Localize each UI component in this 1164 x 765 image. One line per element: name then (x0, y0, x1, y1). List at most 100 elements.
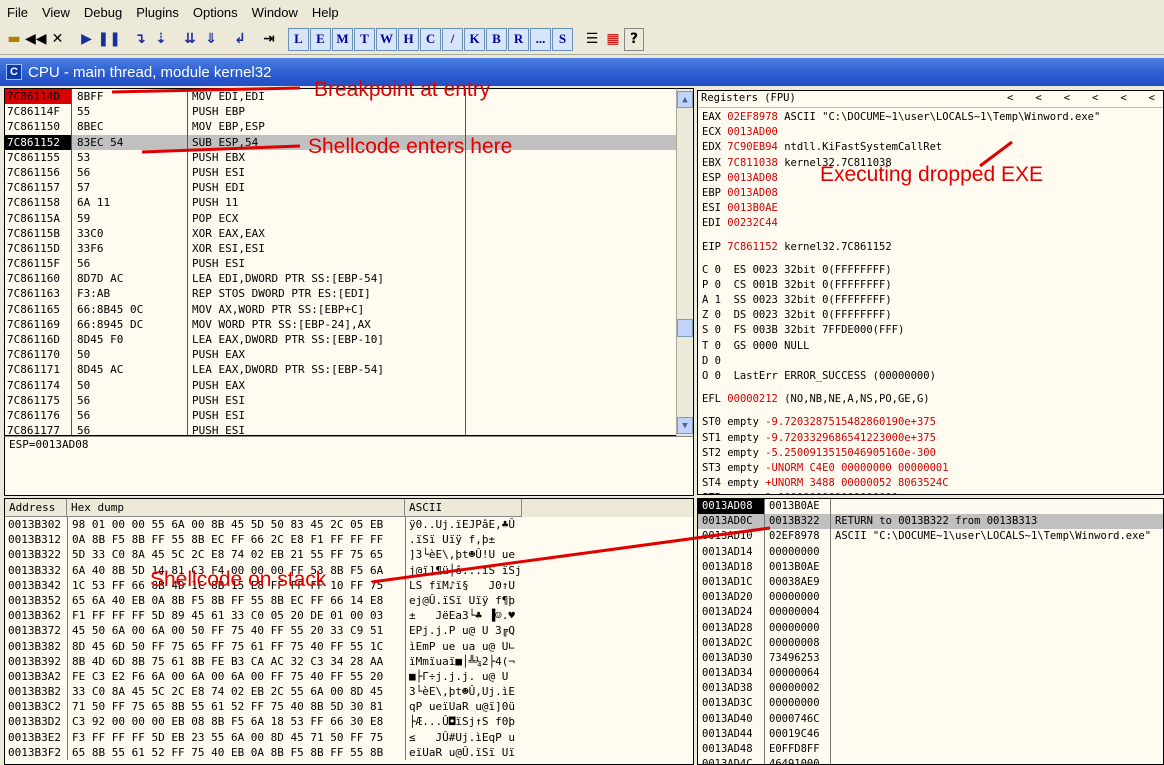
disasm-row[interactable]: 7C86115D 33F6 XOR ESI,ESI (5, 240, 676, 257)
stack-row[interactable]: 0013AD44 00019C46 (698, 726, 1163, 742)
dump-row[interactable]: 0013B392 8B 4D 6D 8B 75 61 8B FE B3 CA AC… (5, 653, 693, 669)
goto-icon[interactable]: ⇥ (259, 28, 279, 51)
disassembly-scrollbar[interactable]: ▲ ▼ (676, 88, 694, 436)
disasm-row[interactable]: 7C861165 66:8B45 0C MOV AX,WORD PTR SS:[EB… (5, 301, 676, 317)
dump-row[interactable]: 0013B3A2 FE C3 E2 F6 6A 00 6A 00 6A 00 FF… (5, 668, 693, 685)
rewind-icon[interactable]: ◀◀ (25, 28, 47, 51)
stack-row[interactable]: 0013AD24 00000004 (698, 605, 1163, 621)
menu-debug[interactable]: Debug (77, 5, 129, 20)
dump-row[interactable]: 0013B3F2 65 8B 55 61 52 FF 75 40 EB 0A 8B… (5, 744, 693, 760)
dump-row[interactable]: 0013B382 8D 45 6D 50 FF 75 65 FF 75 61 FF… (5, 638, 693, 654)
left-arrow-icon[interactable]: < (1064, 91, 1070, 106)
register-eip[interactable]: EIP 7C861152 kernel32.7C861152 (698, 240, 1163, 255)
stack-row[interactable]: 0013AD18 0013B0AE (698, 559, 1163, 575)
left-arrow-icon[interactable]: < (1149, 91, 1155, 106)
fpu-register-st0[interactable]: ST0 empty -9.7203287515482860190e+375 (698, 415, 1163, 430)
toolbar-letter-t[interactable]: T (354, 27, 376, 51)
disasm-row[interactable]: 7C861157 57 PUSH EDI (5, 180, 676, 196)
disasm-row[interactable]: 7C86114F 55 PUSH EBP (5, 104, 676, 120)
menu-window[interactable]: Window (245, 5, 305, 20)
disasm-row[interactable]: 7C861175 56 PUSH ESI (5, 392, 676, 408)
disasm-row[interactable]: 7C861176 56 PUSH ESI (5, 407, 676, 424)
stack-row[interactable]: 0013AD34 00000064 (698, 666, 1163, 682)
fpu-register-st2[interactable]: ST2 empty -5.2500913515046905160e-300 (698, 446, 1163, 461)
registers-pane[interactable]: Registers (FPU) < < < < < < EAX 02EF8978… (697, 90, 1164, 495)
stack-row[interactable]: 0013AD40 0000746C (698, 711, 1163, 727)
toolbar-letter-dots[interactable]: ... (530, 27, 552, 51)
grid-icon[interactable]: ▦ (603, 28, 623, 51)
fpu-register-st1[interactable]: ST1 empty -9.7203329686541223000e+375 (698, 431, 1163, 446)
toolbar-letter-l[interactable]: L (288, 27, 310, 51)
disasm-row[interactable]: 7C861171 8D45 AC LEA EAX,DWORD PTR SS:[EBP… (5, 362, 676, 378)
flag-line[interactable]: T 0 GS 0000 NULL (698, 339, 1163, 354)
disasm-row[interactable]: 7C861150 8BEC MOV EBP,ESP (5, 119, 676, 135)
run-icon[interactable]: ▶ (77, 28, 97, 51)
dump-row[interactable]: 0013B362 F1 FF FF FF 5D 89 45 61 33 C0 05… (5, 608, 693, 624)
scroll-thumb[interactable] (677, 319, 693, 337)
flag-line[interactable]: P 0 CS 001B 32bit 0(FFFFFFFF) (698, 278, 1163, 293)
toolbar-letter-h[interactable]: H (398, 27, 420, 51)
menu-view[interactable]: View (35, 5, 77, 20)
flag-line[interactable]: S 0 FS 003B 32bit 7FFDE000(FFF) (698, 323, 1163, 338)
registers-nav-arrows[interactable]: < < < < < < (1007, 91, 1163, 106)
disasm-row[interactable]: 7C86116D 8D45 F0 LEA EAX,DWORD PTR SS:[EBP… (5, 332, 676, 348)
disasm-row[interactable]: 7C861163 F3:AB REP STOS DWORD PTR ES:[EDI] (5, 286, 676, 302)
menu-plugins[interactable]: Plugins (129, 5, 186, 20)
register-eax[interactable]: EAX 02EF8978 ASCII "C:\DOCUME~1\user\LOC… (698, 110, 1163, 125)
left-arrow-icon[interactable]: < (1120, 91, 1126, 106)
flag-line[interactable]: Z 0 DS 0023 32bit 0(FFFFFFFF) (698, 308, 1163, 323)
trace-into-icon[interactable]: ⇊ (180, 28, 200, 51)
disasm-row[interactable]: 7C86115F 56 PUSH ESI (5, 256, 676, 272)
disasm-row[interactable]: 7C86115B 33C0 XOR EAX,EAX (5, 225, 676, 241)
stack-row[interactable]: 0013AD2C 00000008 (698, 635, 1163, 651)
toolbar-letter-s[interactable]: S (552, 27, 574, 51)
dump-row[interactable]: 0013B3B2 33 C0 8A 45 5C 2C E8 74 02 EB 2C… (5, 684, 693, 700)
register-ebp[interactable]: EBP 0013AD08 (698, 186, 1163, 201)
dump-header-ascii[interactable]: ASCII (405, 499, 522, 517)
dump-row[interactable]: 0013B322 5D 33 C0 8A 45 5C 2C E8 74 02 EB… (5, 547, 693, 563)
step-into-icon[interactable]: ↴ (130, 28, 150, 51)
disasm-row[interactable]: 7C861174 50 PUSH EAX (5, 377, 676, 393)
fpu-register-st5[interactable]: ST5 empty 1.0000000000000000000 (698, 491, 1163, 494)
hex-dump-pane[interactable]: Address Hex dump ASCII 0013B302 98 01 00 … (4, 498, 694, 765)
disasm-row[interactable]: 7C861170 50 PUSH EAX (5, 347, 676, 363)
toolbar-letter-e[interactable]: E (310, 27, 332, 51)
dump-row[interactable]: 0013B302 98 01 00 00 55 6A 00 8B 45 5D 50… (5, 517, 693, 533)
flag-line[interactable]: C 0 ES 0023 32bit 0(FFFFFFFF) (698, 263, 1163, 278)
stack-pane[interactable]: 0013AD08 0013B0AE 0013AD0C 0013B322 RETURN t… (697, 498, 1164, 765)
toolbar-letter-b[interactable]: B (486, 27, 508, 51)
stack-row[interactable]: 0013AD20 00000000 (698, 590, 1163, 606)
dump-row[interactable]: 0013B3D2 C3 92 00 00 00 EB 08 8B F5 6A 18… (5, 714, 693, 730)
toolbar-letter-r[interactable]: R (508, 27, 530, 51)
disasm-row[interactable]: 7C861160 8D7D AC LEA EDI,DWORD PTR SS:[EBP… (5, 271, 676, 287)
toolbar-letter-w[interactable]: W (376, 27, 398, 51)
step-over-icon[interactable]: ⇣ (151, 28, 171, 51)
flag-line[interactable]: D 0 (698, 354, 1163, 369)
disasm-row[interactable]: 7C861156 56 PUSH ESI (5, 164, 676, 181)
stack-row[interactable]: 0013AD0C 0013B322 RETURN to 0013B322 from … (698, 514, 1163, 530)
toolbar-letter-k[interactable]: K (464, 27, 486, 51)
menu-options[interactable]: Options (186, 5, 245, 20)
disasm-row[interactable]: 7C861169 66:8945 DC MOV WORD PTR SS:[EBP-2… (5, 316, 676, 332)
register-ecx[interactable]: ECX 0013AD00 (698, 125, 1163, 140)
trace-over-icon[interactable]: ⇓ (201, 28, 221, 51)
dump-row[interactable]: 0013B3E2 F3 FF FF FF 5D EB 23 55 6A 00 8D… (5, 729, 693, 745)
stack-row[interactable]: 0013AD14 00000000 (698, 544, 1163, 560)
dump-row[interactable]: 0013B312 0A 8B F5 8B FF 55 8B EC FF 66 2C… (5, 532, 693, 548)
left-arrow-icon[interactable]: < (1007, 91, 1013, 106)
toolbar-letter-m[interactable]: M (332, 27, 354, 51)
execute-till-return-icon[interactable]: ↲ (230, 28, 250, 51)
dump-row[interactable]: 0013B372 45 50 6A 00 6A 00 50 FF 75 40 FF… (5, 623, 693, 639)
stack-row[interactable]: 0013AD08 0013B0AE (698, 499, 1163, 515)
toolbar-letter-slash[interactable]: / (442, 27, 464, 51)
list-icon[interactable]: ☰ (582, 28, 602, 51)
fpu-register-st4[interactable]: ST4 empty +UNORM 3488 00000052 8063524C (698, 476, 1163, 491)
register-efl[interactable]: EFL 00000212 (NO,NB,NE,A,NS,PO,GE,G) (698, 392, 1163, 407)
left-arrow-icon[interactable]: < (1092, 91, 1098, 106)
stack-row[interactable]: 0013AD38 00000002 (698, 681, 1163, 697)
stack-row[interactable]: 0013AD4C 46491000 (698, 757, 1163, 764)
stack-row[interactable]: 0013AD48 E0FFD8FF (698, 742, 1163, 758)
disasm-row[interactable]: 7C86115A 59 POP ECX (5, 210, 676, 226)
cpu-window-title-bar[interactable]: C CPU - main thread, module kernel32 (0, 58, 1164, 86)
stack-row[interactable]: 0013AD28 00000000 (698, 620, 1163, 636)
